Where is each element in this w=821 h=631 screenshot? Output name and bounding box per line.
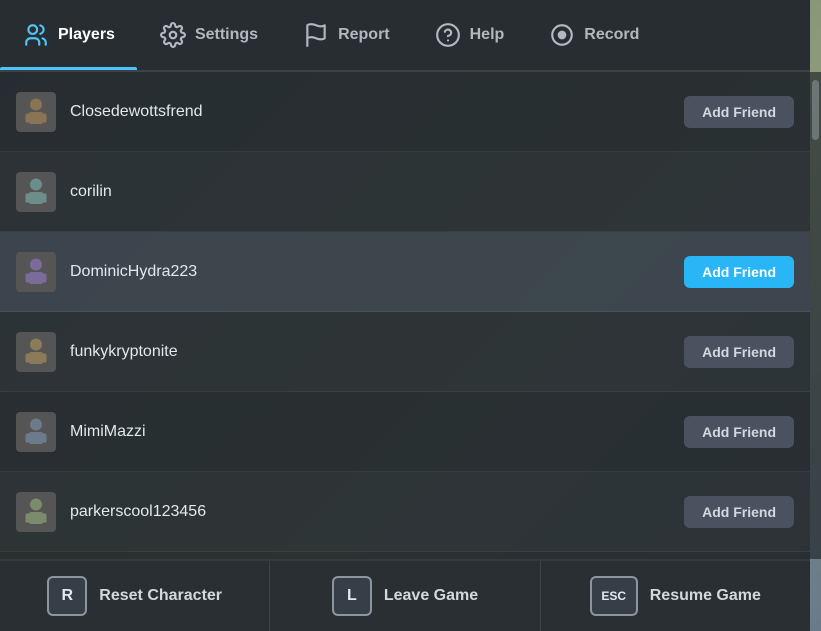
add-friend-button[interactable]: Add Friend xyxy=(684,336,794,368)
bottom-bar: R Reset Character L Leave Game ESC Resume Gam… xyxy=(0,559,810,631)
record-icon xyxy=(548,21,576,49)
report-icon xyxy=(302,21,330,49)
key-badge: ESC xyxy=(590,576,638,616)
player-row[interactable]: DominicHydra223Add Friend xyxy=(0,232,810,312)
player-name: parkerscool123456 xyxy=(70,503,684,521)
add-friend-button[interactable]: Add Friend xyxy=(684,416,794,448)
player-avatar xyxy=(16,492,56,532)
key-badge: L xyxy=(332,576,372,616)
nav-bar: Players Settings Report xyxy=(0,0,810,72)
player-row[interactable]: funkykryptoniteAdd Friend xyxy=(0,312,810,392)
bottom-btn-leave-game[interactable]: L Leave Game xyxy=(270,561,540,631)
bottom-btn-label: Resume Game xyxy=(650,587,761,605)
settings-icon xyxy=(159,21,187,49)
player-list: ClosedewottsfrendAdd Friend corilin Domi… xyxy=(0,72,810,559)
bottom-btn-resume-game[interactable]: ESC Resume Game xyxy=(541,561,810,631)
nav-label-settings: Settings xyxy=(195,26,258,44)
player-row[interactable]: MimiMazziAdd Friend xyxy=(0,392,810,472)
nav-item-record[interactable]: Record xyxy=(526,0,661,70)
bottom-btn-reset-character[interactable]: R Reset Character xyxy=(0,561,270,631)
nav-label-record: Record xyxy=(584,26,639,44)
add-friend-button[interactable]: Add Friend xyxy=(684,496,794,528)
player-row[interactable]: corilin xyxy=(0,152,810,232)
scrollbar-track[interactable] xyxy=(810,72,821,559)
add-friend-button[interactable]: Add Friend xyxy=(684,96,794,128)
nav-label-players: Players xyxy=(58,26,115,44)
players-icon xyxy=(22,21,50,49)
player-avatar xyxy=(16,412,56,452)
player-row[interactable]: ClosedewottsfrendAdd Friend xyxy=(0,72,810,152)
nav-label-report: Report xyxy=(338,26,390,44)
nav-item-players[interactable]: Players xyxy=(0,0,137,70)
player-avatar xyxy=(16,92,56,132)
player-name: corilin xyxy=(70,183,794,201)
player-avatar xyxy=(16,252,56,292)
nav-item-report[interactable]: Report xyxy=(280,0,412,70)
help-icon xyxy=(434,21,462,49)
key-badge: R xyxy=(47,576,87,616)
player-avatar xyxy=(16,172,56,212)
scrollbar-thumb[interactable] xyxy=(812,80,819,140)
nav-label-help: Help xyxy=(470,26,505,44)
player-avatar xyxy=(16,332,56,372)
nav-item-settings[interactable]: Settings xyxy=(137,0,280,70)
nav-item-help[interactable]: Help xyxy=(412,0,527,70)
player-name: funkykryptonite xyxy=(70,343,684,361)
add-friend-button[interactable]: Add Friend xyxy=(684,256,794,288)
player-name: MimiMazzi xyxy=(70,423,684,441)
main-panel: Players Settings Report xyxy=(0,0,810,631)
player-name: Closedewottsfrend xyxy=(70,103,684,121)
player-row[interactable]: parkerscool123456Add Friend xyxy=(0,472,810,552)
bottom-btn-label: Leave Game xyxy=(384,587,478,605)
player-name: DominicHydra223 xyxy=(70,263,684,281)
bottom-btn-label: Reset Character xyxy=(99,587,222,605)
